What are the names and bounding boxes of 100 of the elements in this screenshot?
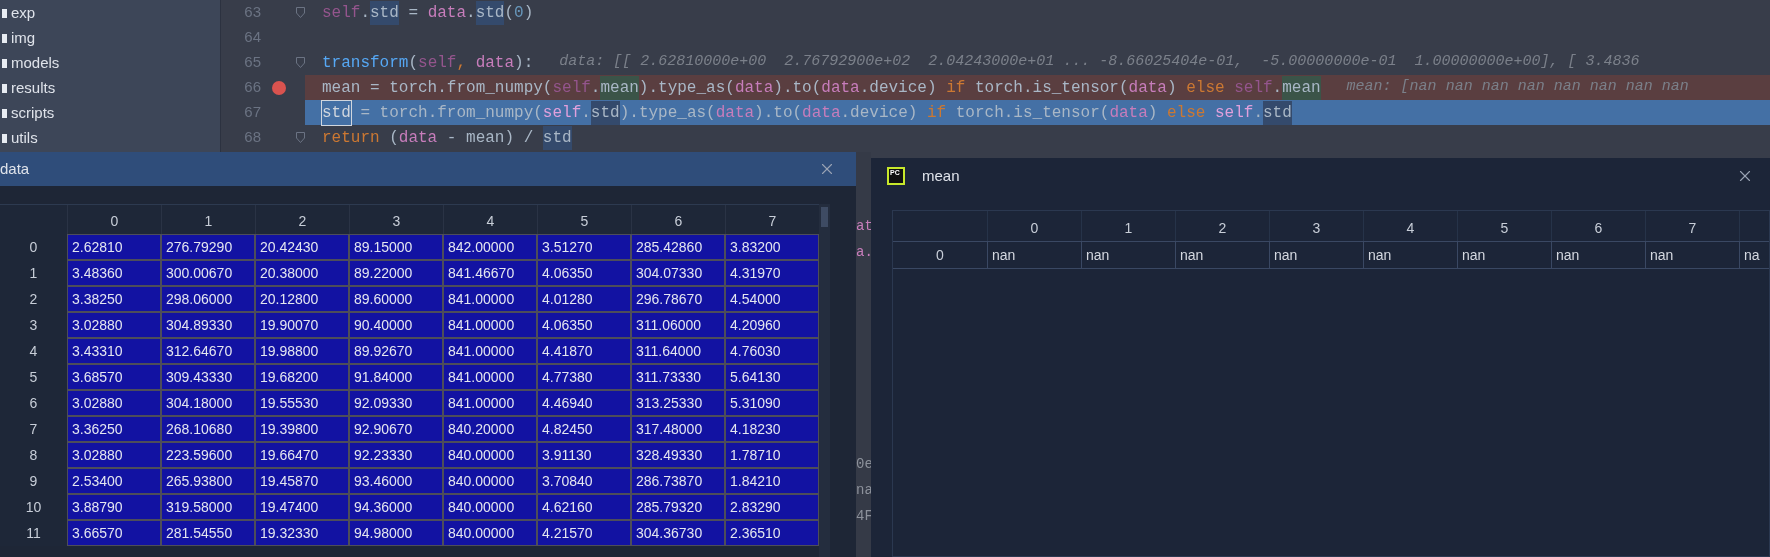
table-cell: 311.73330 bbox=[631, 364, 725, 390]
table-cell: 89.92670 bbox=[349, 338, 443, 364]
table-cell: 92.23330 bbox=[349, 442, 443, 468]
fold-icon[interactable] bbox=[296, 57, 305, 68]
table-cell: 4.76030 bbox=[725, 338, 819, 364]
table-cell: 4.82450 bbox=[537, 416, 631, 442]
table-cell: 3.70840 bbox=[537, 468, 631, 494]
table-cell: 840.00000 bbox=[443, 494, 537, 520]
table-cell: 3.51270 bbox=[537, 234, 631, 260]
tree-item[interactable]: img bbox=[0, 26, 220, 51]
table-cell: 3.91130 bbox=[537, 442, 631, 468]
table-cell: 328.49330 bbox=[631, 442, 725, 468]
table-cell: 841.00000 bbox=[443, 390, 537, 416]
column-header[interactable]: 1 bbox=[1081, 211, 1175, 241]
table-cell: 91.84000 bbox=[349, 364, 443, 390]
table-cell: 3.36250 bbox=[67, 416, 161, 442]
table-cell: 304.07330 bbox=[631, 260, 725, 286]
column-header[interactable]: 7 bbox=[1645, 211, 1739, 241]
table-cell: 298.06000 bbox=[161, 286, 255, 312]
folder-icon bbox=[2, 59, 7, 68]
table-cell: 92.09330 bbox=[349, 390, 443, 416]
tree-item[interactable]: utils bbox=[0, 126, 220, 151]
table-cell: 4.62160 bbox=[537, 494, 631, 520]
code-fragment: 4F bbox=[856, 507, 871, 526]
table-cell: 312.64670 bbox=[161, 338, 255, 364]
table-cell: 3.02880 bbox=[67, 442, 161, 468]
table-cell: 93.46000 bbox=[349, 468, 443, 494]
table-cell: 19.90070 bbox=[255, 312, 349, 338]
table-cell: 4.46940 bbox=[537, 390, 631, 416]
table-cell: 265.93800 bbox=[161, 468, 255, 494]
line-number: 68 bbox=[243, 127, 261, 148]
table-cell: 319.58000 bbox=[161, 494, 255, 520]
row-header[interactable]: 0 bbox=[893, 242, 987, 268]
inline-value-hint: mean: [nan nan nan nan nan nan nan nan bbox=[1346, 77, 1689, 98]
line-number: 66 bbox=[243, 77, 261, 98]
table-cell: 5.31090 bbox=[725, 390, 819, 416]
column-header[interactable]: 2 bbox=[1175, 211, 1269, 241]
folder-icon bbox=[2, 134, 7, 143]
line-number: 67 bbox=[243, 102, 261, 123]
table-cell: nan bbox=[1081, 242, 1175, 268]
table-cell: 19.55530 bbox=[255, 390, 349, 416]
table-cell: 4.20960 bbox=[725, 312, 819, 338]
breakpoint-icon[interactable] bbox=[271, 80, 286, 95]
table-cell: 3.48360 bbox=[67, 260, 161, 286]
table-cell: 223.59600 bbox=[161, 442, 255, 468]
fold-icon[interactable] bbox=[296, 132, 305, 143]
line-number: 65 bbox=[243, 52, 261, 73]
table-cell: 19.32330 bbox=[255, 520, 349, 546]
folder-icon bbox=[2, 9, 7, 18]
table-cell: 3.43310 bbox=[67, 338, 161, 364]
table-cell: 2.62810 bbox=[67, 234, 161, 260]
table-cell: 2.36510 bbox=[725, 520, 819, 546]
table-cell: 840.00000 bbox=[443, 520, 537, 546]
table-cell: 20.38000 bbox=[255, 260, 349, 286]
table-cell: 296.78670 bbox=[631, 286, 725, 312]
code-line: return (data - mean) / std bbox=[305, 125, 1770, 150]
table-cell: 842.00000 bbox=[443, 234, 537, 260]
table-cell: 4.41870 bbox=[537, 338, 631, 364]
table-cell: nan bbox=[1551, 242, 1645, 268]
table-cell: 3.66570 bbox=[67, 520, 161, 546]
column-header[interactable]: 3 bbox=[1269, 211, 1363, 241]
code-fragment: at bbox=[856, 217, 871, 236]
table-cell: nan bbox=[1457, 242, 1551, 268]
table-cell: 268.10680 bbox=[161, 416, 255, 442]
table-cell: 3.02880 bbox=[67, 312, 161, 338]
fold-icon[interactable] bbox=[296, 7, 305, 18]
window-title: mean bbox=[922, 165, 960, 186]
table-cell: 19.39800 bbox=[255, 416, 349, 442]
table-cell: 304.89330 bbox=[161, 312, 255, 338]
table-cell: 3.68570 bbox=[67, 364, 161, 390]
column-header[interactable]: 5 bbox=[1457, 211, 1551, 241]
table-cell: 317.48000 bbox=[631, 416, 725, 442]
inline-value-hint: data: [[ 2.62810000e+00 2.76792900e+02 2.04243000e+01 ... -8.66025404e-01, -5.00000000e-01 1.00000000e+00], [ 3.4836 bbox=[559, 52, 1640, 73]
table-cell: 304.18000 bbox=[161, 390, 255, 416]
table-cell: 90.40000 bbox=[349, 312, 443, 338]
table-cell: 19.66470 bbox=[255, 442, 349, 468]
column-header[interactable]: 6 bbox=[1551, 211, 1645, 241]
table-cell: 20.12800 bbox=[255, 286, 349, 312]
table-cell: 2.83290 bbox=[725, 494, 819, 520]
window-title: data bbox=[0, 158, 30, 179]
table-cell: 3.38250 bbox=[67, 286, 161, 312]
column-header[interactable]: 0 bbox=[987, 211, 1081, 241]
scrollbar[interactable] bbox=[819, 204, 830, 557]
tree-item[interactable]: results bbox=[0, 76, 220, 101]
code-fragment: 0e bbox=[856, 455, 871, 474]
table-cell: nan bbox=[1175, 242, 1269, 268]
column-header[interactable]: 4 bbox=[1363, 211, 1457, 241]
table-cell: na bbox=[1739, 242, 1769, 268]
table-cell: 5.64130 bbox=[725, 364, 819, 390]
tree-item[interactable]: models bbox=[0, 51, 220, 76]
folder-icon bbox=[2, 34, 7, 43]
tree-item[interactable]: exp bbox=[0, 1, 220, 26]
table-cell: 841.46670 bbox=[443, 260, 537, 286]
tree-item[interactable]: scripts bbox=[0, 101, 220, 126]
line-number: 63 bbox=[243, 2, 261, 23]
table-cell: nan bbox=[1645, 242, 1739, 268]
table-cell: nan bbox=[1363, 242, 1457, 268]
table-cell: 3.88790 bbox=[67, 494, 161, 520]
table-cell: 304.36730 bbox=[631, 520, 725, 546]
table-cell: 300.00670 bbox=[161, 260, 255, 286]
